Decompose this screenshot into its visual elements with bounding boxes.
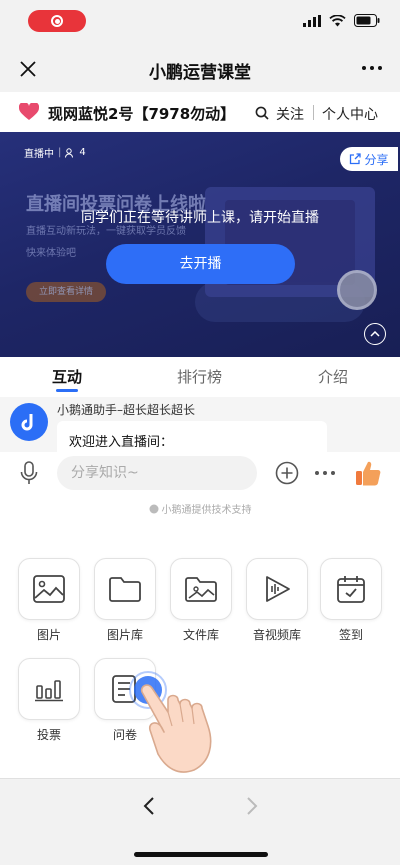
checkin-icon xyxy=(337,576,365,603)
page-title: 小鹏运营课堂 xyxy=(149,63,251,83)
search-follow-icon xyxy=(255,106,269,120)
room-info-bar: 现网蓝悦2号【7978勿动】 关注 个人中心 xyxy=(0,92,400,132)
tool-label: 文件库 xyxy=(182,628,219,642)
live-status-tag: 直播中 | 4 xyxy=(24,147,86,160)
tool-media-library[interactable] xyxy=(246,558,308,620)
message-input[interactable]: 分享知识~ xyxy=(57,456,257,490)
support-text: 小鹅通提供技术支持 xyxy=(161,505,252,516)
active-tab-indicator xyxy=(56,389,78,392)
system-status-icons xyxy=(303,14,380,27)
forward-arrow-icon[interactable] xyxy=(246,796,258,816)
collapse-button[interactable] xyxy=(364,323,386,345)
tech-support-note: 小鹅通提供技术支持 xyxy=(0,494,400,528)
tool-label: 图片 xyxy=(36,628,61,642)
tab-leaderboard[interactable]: 排行榜 xyxy=(177,366,222,387)
tool-label: 投票 xyxy=(36,728,61,742)
brand-logo-icon xyxy=(149,504,158,514)
image-icon xyxy=(33,575,65,603)
more-icon[interactable] xyxy=(315,471,335,475)
viewer-count: 4 xyxy=(79,147,86,158)
follow-button[interactable]: 关注 xyxy=(276,104,304,124)
media-library-icon xyxy=(266,576,290,602)
tool-file-library[interactable] xyxy=(170,558,232,620)
message-bubble: 欢迎进入直播间： xyxy=(57,421,327,452)
share-label: 分享 xyxy=(364,152,389,167)
personal-center-link[interactable]: 个人中心 xyxy=(322,104,378,124)
chat-area: 小鹅通助手–超长超长超长 欢迎进入直播间： xyxy=(0,397,400,452)
tool-image[interactable] xyxy=(18,558,80,620)
back-arrow-icon[interactable] xyxy=(143,796,155,816)
share-icon xyxy=(350,153,362,165)
tool-image-library[interactable] xyxy=(94,558,156,620)
message-sender: 小鹅通助手–超长超长超长 xyxy=(57,403,196,417)
divider xyxy=(313,105,314,120)
wifi-icon xyxy=(329,14,346,26)
more-options-icon[interactable] xyxy=(362,66,382,70)
live-status-text: 直播中 xyxy=(24,149,54,160)
chevron-up-icon xyxy=(370,331,380,337)
screen-recording-indicator[interactable] xyxy=(28,10,86,32)
banner-detail-button: 立即查看详情 xyxy=(26,282,106,302)
add-icon[interactable] xyxy=(275,461,299,485)
input-bar: 分享知识~ xyxy=(0,452,400,494)
tool-label: 音视频库 xyxy=(252,628,301,642)
home-indicator[interactable] xyxy=(134,852,268,857)
viewer-icon xyxy=(65,147,74,158)
assistant-logo-icon xyxy=(21,414,33,431)
battery-icon xyxy=(354,14,380,27)
vote-icon xyxy=(35,680,63,702)
floating-assist-button[interactable] xyxy=(337,270,377,310)
like-icon[interactable] xyxy=(354,459,382,487)
start-live-button[interactable]: 去开播 xyxy=(106,244,295,284)
live-player: 直播中 | 4 分享 直播间投票问卷上线啦 直播互动新玩法，一键获取学员反馈 快… xyxy=(0,132,400,357)
tool-checkin[interactable] xyxy=(320,558,382,620)
tab-intro[interactable]: 介绍 xyxy=(318,366,348,387)
tool-label: 图片库 xyxy=(106,628,143,642)
share-button[interactable]: 分享 xyxy=(340,147,398,171)
microphone-icon[interactable] xyxy=(20,461,38,485)
nav-bar: 小鹏运营课堂 xyxy=(0,44,400,92)
folder-icon xyxy=(109,577,141,602)
heart-icon xyxy=(19,103,39,120)
tool-vote[interactable] xyxy=(18,658,80,720)
banner-subtitle: 快来体验吧 xyxy=(26,248,76,259)
tab-bar: 互动 排行榜 介绍 xyxy=(0,357,400,397)
tab-interaction[interactable]: 互动 xyxy=(52,366,82,387)
browser-toolbar xyxy=(0,778,400,865)
file-library-icon xyxy=(185,577,217,602)
tool-label: 签到 xyxy=(338,628,363,642)
pointing-hand-icon xyxy=(129,671,212,773)
status-bar xyxy=(0,0,400,44)
avatar xyxy=(10,403,48,441)
waiting-message: 同学们正在等待讲师上课，请开始直播 xyxy=(81,210,319,226)
room-name: 现网蓝悦2号【7978勿动】 xyxy=(48,105,236,123)
cellular-signal-icon xyxy=(303,14,321,27)
record-icon xyxy=(51,15,63,27)
